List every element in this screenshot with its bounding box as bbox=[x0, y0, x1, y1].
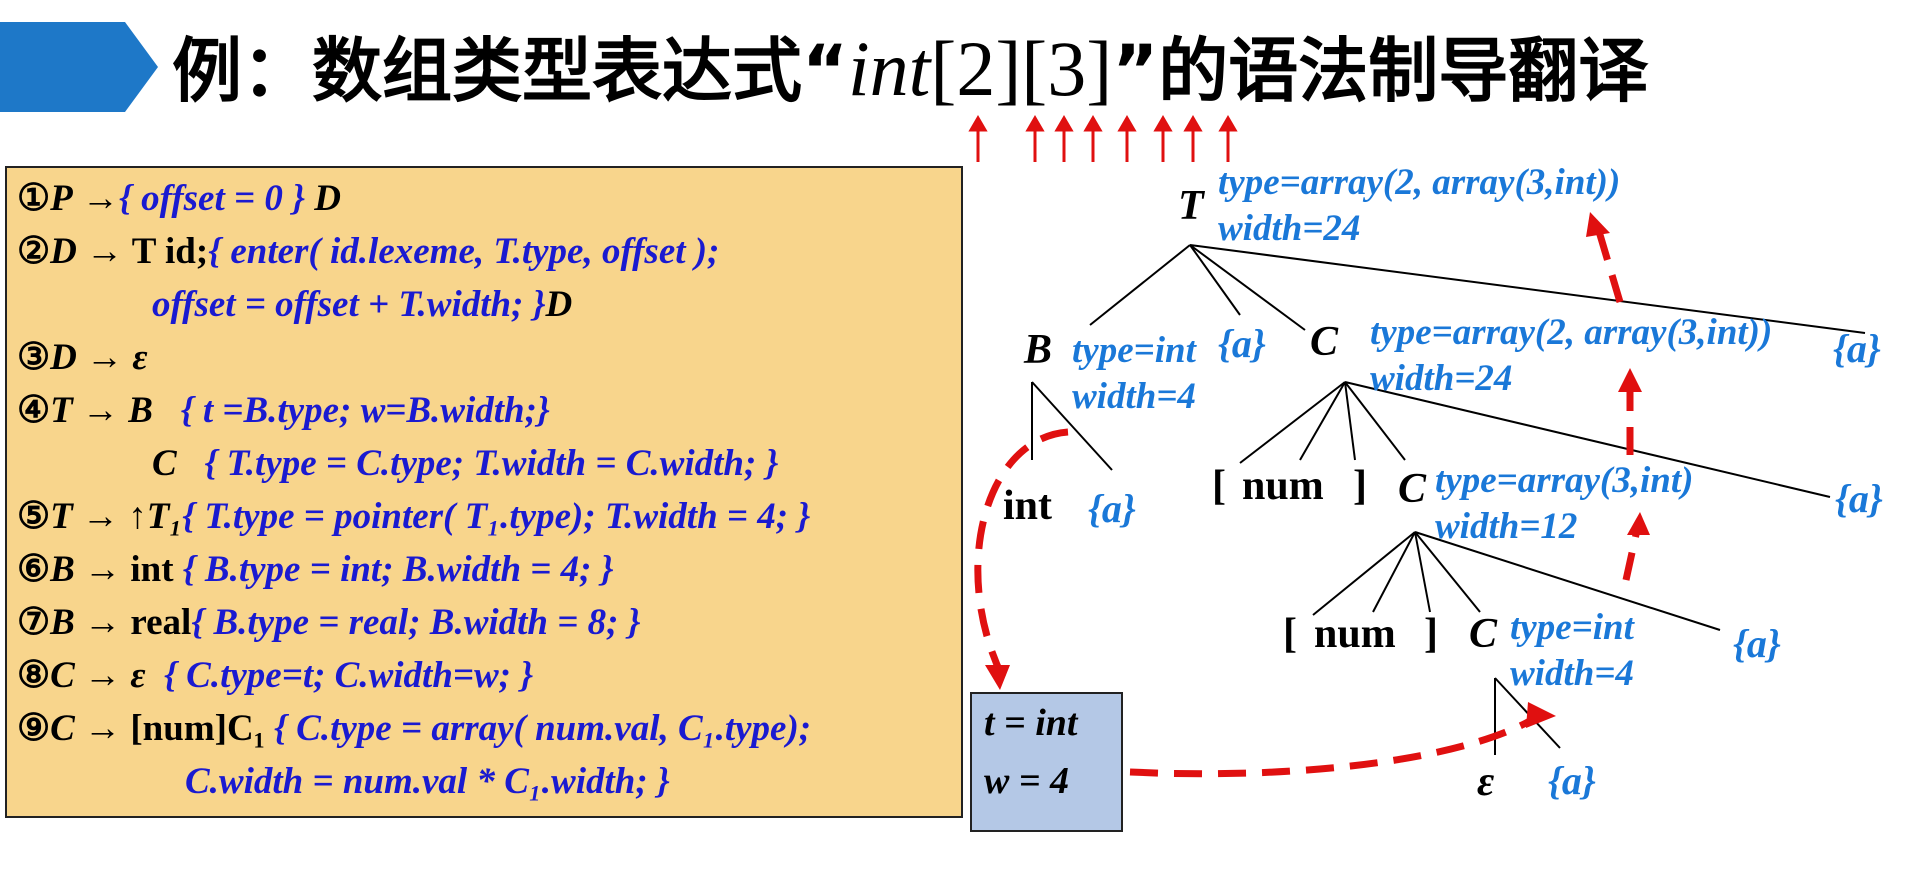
annotation-C2: type=array(3,int) width=12 bbox=[1435, 460, 1694, 547]
inherited-w-value: w = 4 bbox=[984, 760, 1069, 802]
action-a-C3: {a} bbox=[1548, 758, 1596, 803]
tree-leaf-int: int bbox=[1003, 483, 1053, 529]
annotation-C1: type=array(2, array(3,int)) width=24 bbox=[1370, 312, 1773, 399]
annotation-C3: type=int width=4 bbox=[1510, 607, 1634, 694]
inherited-t-value: t = int bbox=[984, 702, 1078, 744]
tree-leaf-num-1: num bbox=[1242, 463, 1324, 509]
tree-node-C3: C bbox=[1469, 611, 1498, 657]
tree-leaf-epsilon: ε bbox=[1477, 759, 1495, 805]
tree-leaf-lbracket-2: [ bbox=[1283, 611, 1297, 657]
annotation-B: type=int width=4 bbox=[1072, 330, 1196, 417]
action-a-int: {a} bbox=[1088, 486, 1136, 531]
tree-leaf-num-2: num bbox=[1314, 611, 1396, 657]
tree-node-T: T bbox=[1178, 183, 1204, 229]
annotation-T: type=array(2, array(3,int)) width=24 bbox=[1218, 162, 1621, 249]
action-a-C1: {a} bbox=[1835, 476, 1883, 521]
action-a-T: {a} bbox=[1833, 326, 1881, 371]
token-pointer-arrows bbox=[968, 115, 1238, 162]
tree-leaf-lbracket-1: [ bbox=[1212, 463, 1226, 509]
tree-node-C2: C bbox=[1398, 466, 1427, 512]
action-a-C2: {a} bbox=[1733, 621, 1781, 666]
tree-leaf-rbracket-1: ] bbox=[1353, 463, 1367, 509]
tree-node-C1: C bbox=[1310, 319, 1339, 365]
action-a-B: {a} bbox=[1218, 321, 1266, 366]
tree-node-B: B bbox=[1024, 327, 1053, 373]
inherited-attribute-box: t = int w = 4 bbox=[970, 692, 1123, 832]
parse-tree-edges bbox=[968, 115, 1866, 778]
tree-leaf-rbracket-2: ] bbox=[1424, 611, 1438, 657]
